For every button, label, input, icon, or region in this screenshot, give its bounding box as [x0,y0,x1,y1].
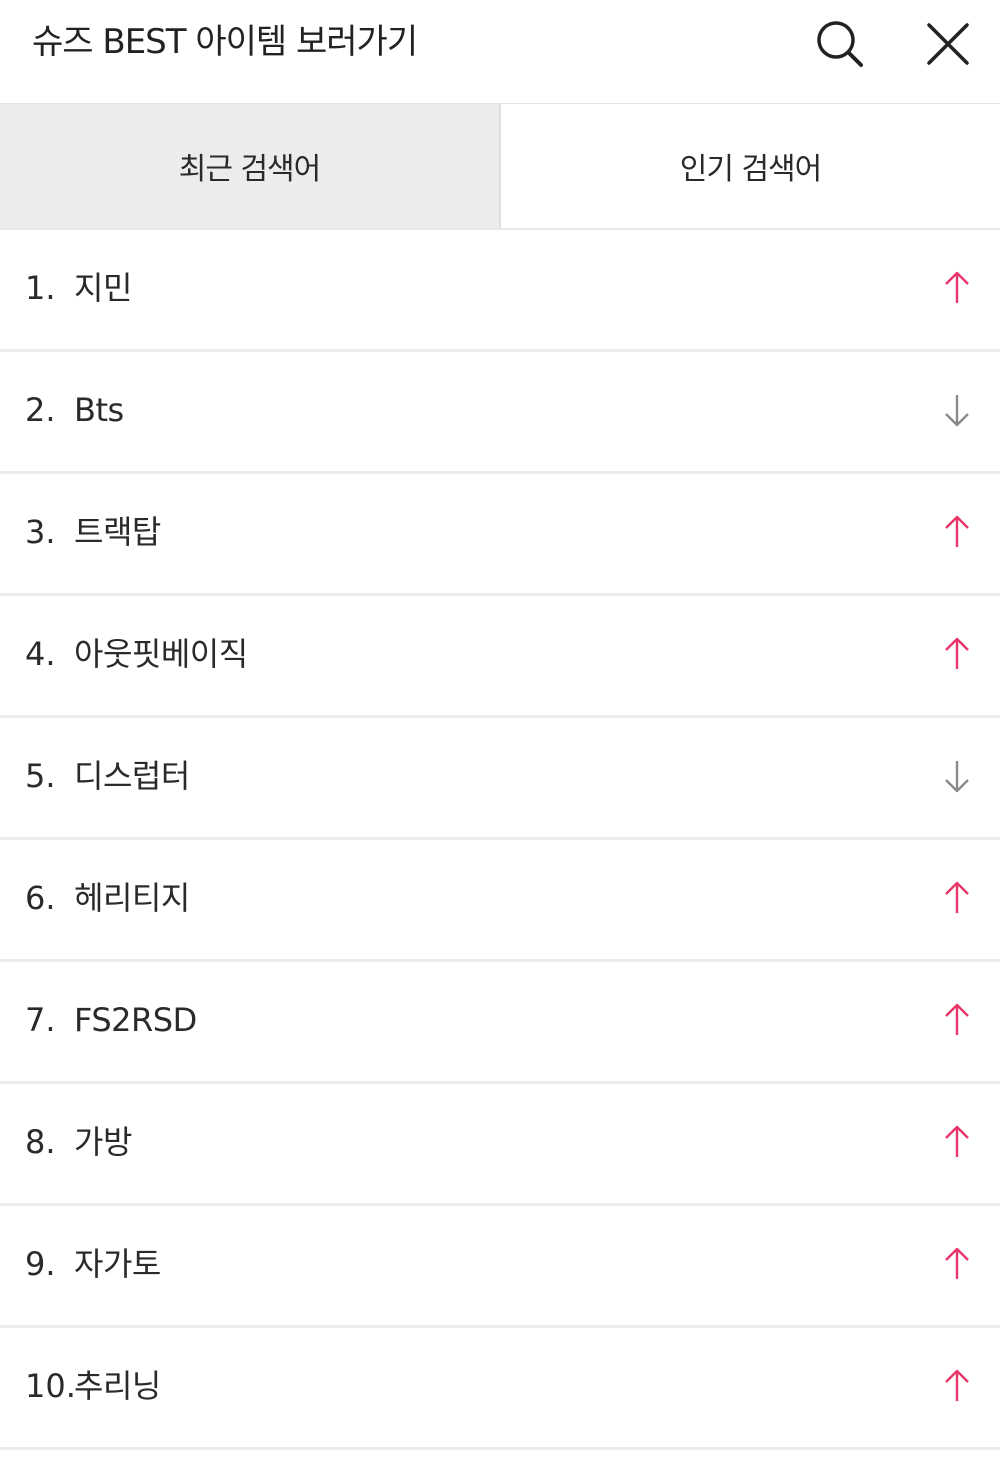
search-term[interactable]: 트랙탑 [74,474,161,593]
arrow-up-icon [945,1369,969,1401]
rank-number: 7. [25,1001,56,1039]
list-item[interactable]: 6. 헤리티지 [0,840,1000,962]
list-item[interactable]: 7. FS2RSD [0,962,1000,1084]
arrow-up-icon [945,515,969,547]
search-term[interactable]: 자가토 [74,1206,161,1325]
popular-search-list: 1. 지민 2. Bts 3. 트랙탑 4. 아웃핏베이직 5. 디스럽터 6. 헤리티지 7. FS2R… [0,230,1000,1450]
search-term[interactable]: 디스럽터 [74,718,190,837]
list-item[interactable]: 10. 추리닝 [0,1328,1000,1450]
list-item[interactable]: 3. 트랙탑 [0,474,1000,596]
search-term[interactable]: 추리닝 [74,1328,161,1447]
arrow-up-icon [945,1125,969,1157]
list-item[interactable]: 1. 지민 [0,230,1000,352]
rank-number: 8. [25,1123,56,1161]
arrow-up-icon [945,881,969,913]
arrow-down-icon [945,395,969,427]
list-item[interactable]: 2. Bts [0,352,1000,474]
tab-label: 인기 검색어 [679,152,823,187]
list-item[interactable]: 9. 자가토 [0,1206,1000,1328]
rank-number: 1. [25,269,56,307]
search-term[interactable]: FS2RSD [74,962,197,1081]
tab-recent-searches[interactable]: 최근 검색어 [0,104,501,228]
tab-popular-searches[interactable]: 인기 검색어 [501,104,1000,228]
arrow-up-icon [945,637,969,669]
list-item[interactable]: 8. 가방 [0,1084,1000,1206]
search-term[interactable]: 지민 [74,230,132,349]
arrow-up-icon [945,271,969,303]
search-term[interactable]: 가방 [74,1084,132,1203]
search-term[interactable]: 헤리티지 [74,840,190,959]
close-icon [927,23,969,65]
rank-number: 6. [25,879,56,917]
page-title[interactable]: 슈즈 BEST 아이템 보러가기 [32,20,418,64]
rank-number: 2. [25,391,56,429]
search-icon [817,21,863,67]
arrow-up-icon [945,1003,969,1035]
list-item[interactable]: 4. 아웃핏베이직 [0,596,1000,718]
rank-number: 5. [25,757,56,795]
rank-number: 9. [25,1245,56,1283]
arrow-down-icon [945,761,969,793]
tab-label: 최근 검색어 [178,152,322,187]
arrow-up-icon [945,1247,969,1279]
list-item[interactable]: 5. 디스럽터 [0,718,1000,840]
rank-number: 4. [25,635,56,673]
close-button[interactable] [920,16,976,72]
rank-number: 10. [25,1367,76,1405]
rank-number: 3. [25,513,56,551]
search-term[interactable]: Bts [74,352,124,471]
search-tabs: 최근 검색어 인기 검색어 [0,104,1000,230]
search-term[interactable]: 아웃핏베이직 [74,596,248,715]
header: 슈즈 BEST 아이템 보러가기 [0,0,1000,104]
search-button[interactable] [812,16,868,72]
